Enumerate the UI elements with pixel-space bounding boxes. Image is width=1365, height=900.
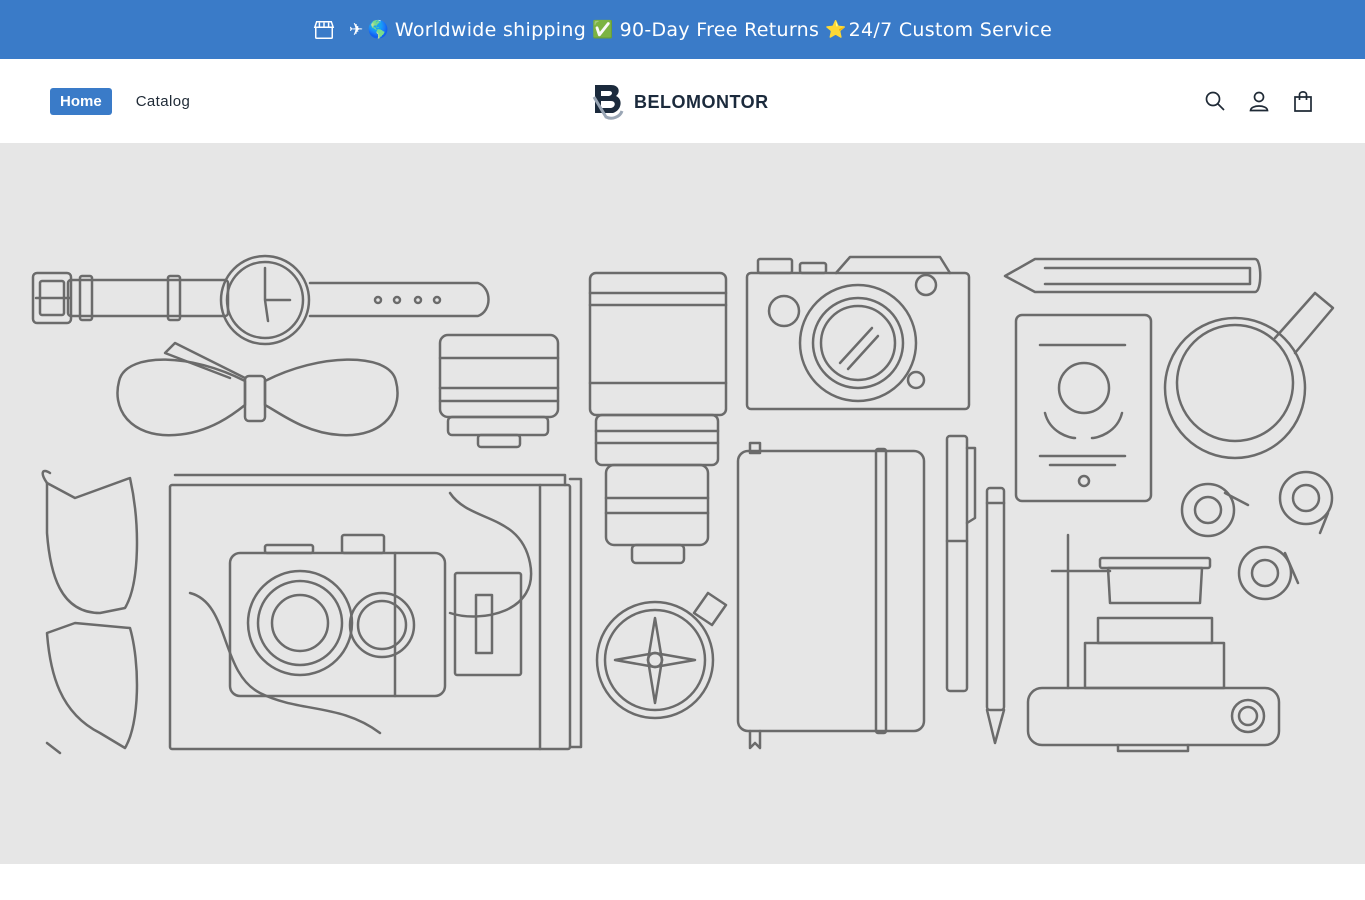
brand-logo[interactable]: BELOMONTOR xyxy=(592,83,769,121)
cart-icon[interactable] xyxy=(1291,89,1315,113)
vertical-pencil-drawing xyxy=(985,486,1006,745)
small-lens-drawing xyxy=(438,333,560,449)
site-header: Home Catalog BELOMONTOR xyxy=(0,59,1365,143)
sunglasses-drawing xyxy=(41,469,139,755)
logo-mark-icon xyxy=(592,85,624,120)
pen-drawing xyxy=(945,434,977,693)
zoom-lens-drawing xyxy=(588,271,728,565)
bowtie-drawing xyxy=(116,341,399,437)
compass-drawing xyxy=(595,591,728,720)
globe-icon: 🌎 xyxy=(367,19,389,40)
mug-drawing xyxy=(1163,291,1335,460)
hero-banner xyxy=(0,143,1365,864)
logo-text: BELOMONTOR xyxy=(634,91,769,112)
main-nav: Home Catalog xyxy=(50,88,200,115)
header-actions xyxy=(1203,89,1315,113)
pencil-drawing xyxy=(1003,257,1262,294)
account-icon[interactable] xyxy=(1247,89,1271,113)
projector-camera-drawing xyxy=(1026,533,1281,753)
airplane-icon: ✈ xyxy=(348,19,364,40)
map-drawing xyxy=(168,473,583,751)
retro-camera-drawing xyxy=(745,255,971,411)
service-text: 24/7 Custom Service xyxy=(848,18,1053,41)
star-icon: ⭐ xyxy=(825,19,847,40)
watch-drawing xyxy=(31,254,490,346)
notebook-drawing xyxy=(736,441,926,750)
nav-home-link[interactable]: Home xyxy=(50,88,112,115)
search-icon[interactable] xyxy=(1203,89,1227,113)
tape-rolls-drawing xyxy=(1180,470,1334,601)
shipping-text: Worldwide shipping xyxy=(394,18,587,41)
announcement-bar: ✈ 🌎 Worldwide shipping ✅ 90-Day Free Ret… xyxy=(0,0,1365,59)
check-mark-icon: ✅ xyxy=(592,19,614,40)
passport-drawing xyxy=(1014,313,1153,503)
returns-text: 90-Day Free Returns xyxy=(619,18,820,41)
store-icon xyxy=(313,20,335,39)
nav-catalog-link[interactable]: Catalog xyxy=(126,88,201,115)
travel-gear-illustration xyxy=(31,254,1335,755)
